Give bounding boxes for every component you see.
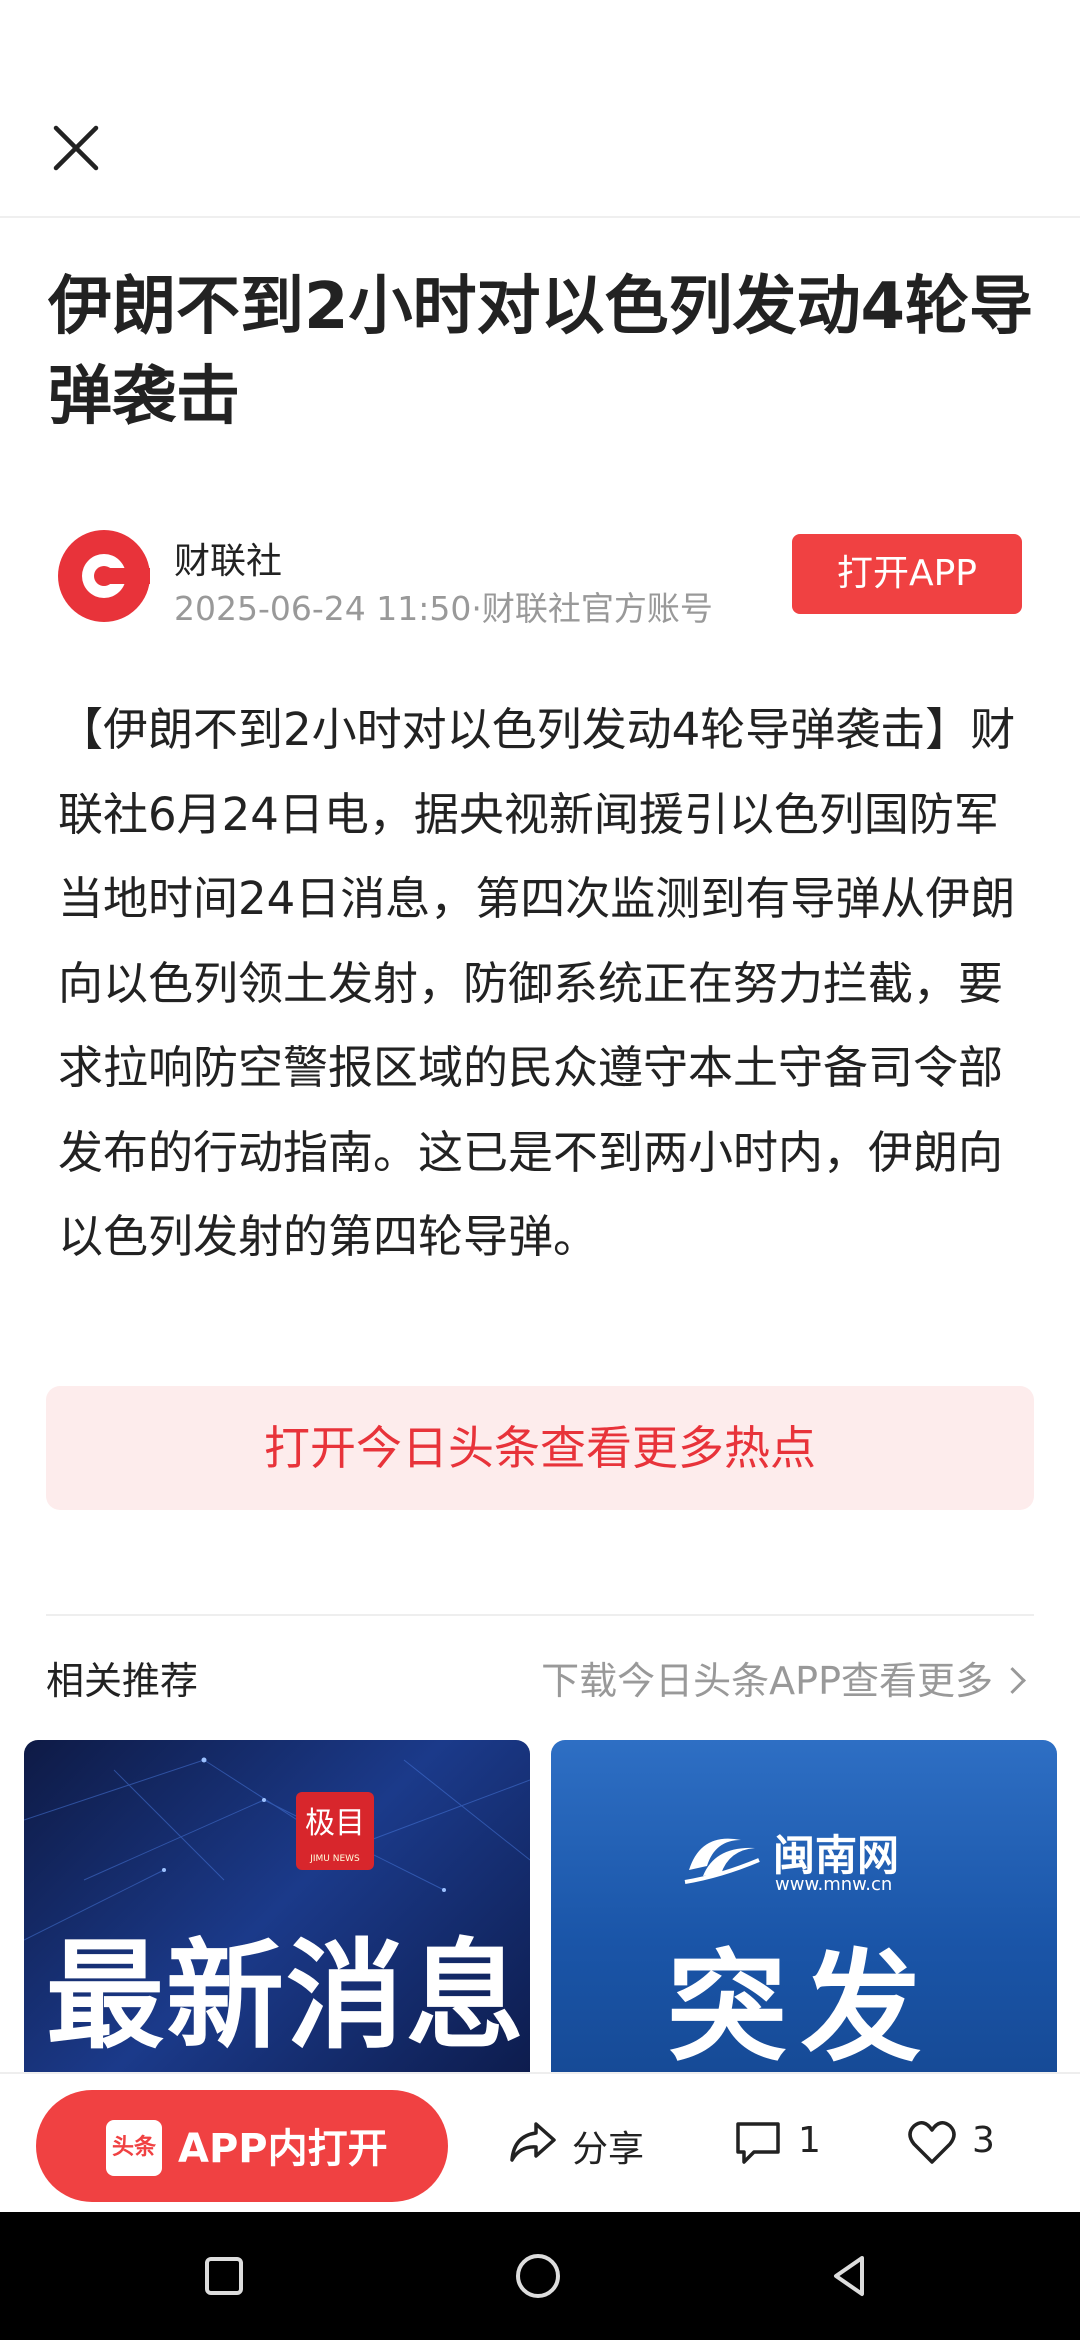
top-bar: [0, 0, 1080, 218]
author-meta: 2025-06-24 11:50·财联社官方账号: [174, 589, 713, 628]
like-button[interactable]: 3: [906, 2114, 1016, 2174]
open-in-app-button[interactable]: 头条 APP内打开: [36, 2090, 448, 2202]
square-icon[interactable]: [194, 2246, 254, 2306]
related-card[interactable]: 闽南网 www.mnw.cn 突发: [551, 1740, 1057, 2076]
close-icon[interactable]: [50, 122, 102, 174]
jimu-badge: 极目 JIMU NEWS: [296, 1792, 374, 1870]
share-icon: [510, 2122, 556, 2162]
heart-icon: [908, 2121, 956, 2164]
triangle-back-icon[interactable]: [822, 2246, 882, 2306]
comment-count: 1: [798, 2120, 821, 2161]
mnw-logo-icon: [684, 1838, 760, 1884]
card-headline: 突发: [667, 1939, 935, 2076]
related-more-label: 下载今日头条APP查看更多: [541, 1659, 993, 1703]
more-hot-topics-button[interactable]: 打开今日头条查看更多热点: [46, 1386, 1034, 1510]
comment-button[interactable]: 1: [732, 2114, 842, 2174]
card-headline: 最新消息: [46, 1927, 527, 2065]
article-title: 伊朗不到2小时对以色列发动4轮导弹袭击: [48, 270, 1034, 434]
related-more-link[interactable]: 下载今日头条APP查看更多: [541, 1650, 1026, 1705]
system-nav-bar: [0, 2212, 1080, 2340]
share-button[interactable]: 分享: [506, 2114, 656, 2174]
related-title: 相关推荐: [46, 1659, 199, 1703]
toutiao-app-icon: 头条: [106, 2120, 162, 2176]
article-body: 【伊朗不到2小时对以色列发动4轮导弹袭击】财联社6月24日电，据央视新闻援引以色…: [58, 703, 1016, 1263]
chevron-right-icon: [999, 1667, 1026, 1694]
bottom-action-bar: 头条 APP内打开 分享 1 3: [0, 2072, 1080, 2214]
share-label: 分享: [572, 2129, 645, 2170]
author-row: 财联社 2025-06-24 11:50·财联社官方账号 打开APP: [58, 526, 1038, 628]
author-name[interactable]: 财联社: [174, 532, 282, 584]
mnw-logo: 闽南网 www.mnw.cn: [681, 1820, 941, 1900]
author-avatar[interactable]: [58, 530, 150, 622]
circle-icon[interactable]: [508, 2246, 568, 2306]
comment-icon: [736, 2122, 780, 2164]
like-count: 3: [972, 2120, 995, 2161]
related-card[interactable]: 极目 JIMU NEWS 最新消息: [24, 1740, 530, 2076]
divider: [46, 1614, 1034, 1616]
open-in-app-label: APP内打开: [178, 2126, 388, 2172]
open-app-button[interactable]: 打开APP: [792, 534, 1022, 614]
